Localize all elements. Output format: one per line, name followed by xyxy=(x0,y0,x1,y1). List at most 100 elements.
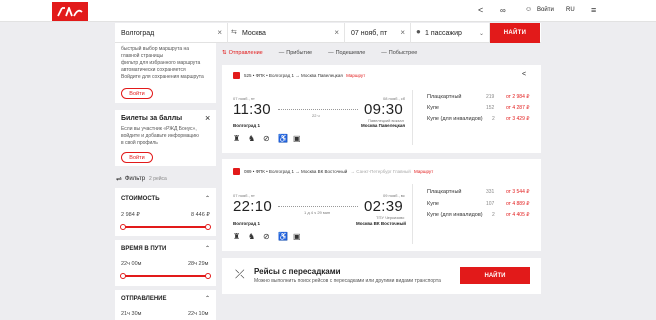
rzd-logo[interactable] xyxy=(52,2,88,21)
passengers-field[interactable]: ● 1 пассажир ⌄ xyxy=(411,23,490,43)
duration-max: 28ч 29м xyxy=(188,261,209,267)
class-name: Плацкартный xyxy=(427,94,462,100)
clear-to-icon[interactable]: × xyxy=(334,28,339,37)
passengers-value: 1 пассажир xyxy=(425,29,462,37)
tab-cheaper[interactable]: — Подешевле xyxy=(328,47,365,59)
duration-slider-max-handle[interactable] xyxy=(205,273,211,279)
close-icon[interactable]: × xyxy=(205,113,210,123)
class-name: Купе (для инвалидов) xyxy=(427,212,483,218)
transfer-title: Рейсы с пересадками xyxy=(254,267,341,276)
train-card[interactable]: 525 • ФПК • Волгоград 1 → Москва Павелец… xyxy=(222,65,541,153)
from-value: Волгоград xyxy=(121,29,155,37)
route-line xyxy=(278,109,358,110)
transfer-icon: ⤫ xyxy=(235,267,245,281)
train-card[interactable]: 089 • ФПК • Волгоград 1 → Москва ВК Вост… xyxy=(222,159,541,251)
menu-icon[interactable]: ≡ xyxy=(591,5,596,15)
arrival-time: 09:30 xyxy=(364,101,404,118)
class-price[interactable]: от 2 984 ₽ xyxy=(506,94,529,100)
seat-count: 2 xyxy=(492,212,495,218)
class-name: Купе xyxy=(427,105,439,111)
class-price[interactable]: от 3 544 ₽ xyxy=(506,189,529,195)
bonus-card-icon: ▣ xyxy=(293,134,301,143)
share-icon[interactable]: < xyxy=(478,5,483,15)
price-slider-max-handle[interactable] xyxy=(205,224,211,230)
tab-arrival[interactable]: — Прибытие xyxy=(279,47,312,59)
class-price[interactable]: от 4 405 ₽ xyxy=(506,212,529,218)
tab-departure[interactable]: ⇅ Отправление xyxy=(222,47,263,59)
price-slider-min-handle[interactable] xyxy=(120,224,126,230)
search-button[interactable]: НАЙТИ xyxy=(490,23,540,43)
price-min: 2 984 ₽ xyxy=(121,212,140,218)
passengers-icon: ♞ xyxy=(248,134,256,143)
language-selector[interactable]: RU xyxy=(566,7,575,13)
passengers-icon: ♞ xyxy=(248,232,256,241)
departure-time: 11:30 xyxy=(233,101,271,118)
wheelchair-icon: ♿ xyxy=(278,134,288,143)
saved-route-text: быстрый выбор маршрута на главной страни… xyxy=(121,46,204,80)
departure-station: Волгоград 1 xyxy=(233,123,261,128)
departure-filter: ОТПРАВЛЕНИЕ ⌃ 21ч 30м 22ч 10м xyxy=(115,290,216,320)
login-button-bonus[interactable]: Войти xyxy=(121,152,153,163)
transfer-search-button[interactable]: НАЙТИ xyxy=(460,267,530,284)
dash-icon: — xyxy=(328,50,334,56)
sort-icon: ⇅ xyxy=(222,50,227,56)
chevron-up-icon[interactable]: ⌃ xyxy=(205,195,210,202)
search-bar: Волгоград × ⇆ Москва × 07 нояб, пт × ● 1… xyxy=(115,23,541,43)
service-icon: ♜ xyxy=(233,232,241,241)
clear-from-icon[interactable]: × xyxy=(217,28,222,37)
chevron-down-icon[interactable]: ⌄ xyxy=(479,30,484,37)
chevron-up-icon[interactable]: ⌃ xyxy=(205,295,210,302)
seat-count: 2 xyxy=(492,116,495,122)
transfer-text: Можно выполнить поиск рейсов с пересадка… xyxy=(254,278,441,284)
user-icon[interactable]: ☺ xyxy=(525,6,532,13)
departure-min: 21ч 30м xyxy=(121,311,142,317)
share-icon[interactable]: < xyxy=(522,71,526,78)
clear-date-icon[interactable]: × xyxy=(400,28,405,37)
route-link[interactable]: Маршрут xyxy=(346,73,365,78)
tab-faster[interactable]: — Побыстрее xyxy=(381,47,417,59)
bonus-title: Билеты за баллы xyxy=(121,115,183,122)
departure-station: Волгоград 1 xyxy=(233,221,261,226)
divider xyxy=(412,184,413,244)
glasses-icon[interactable]: ∞ xyxy=(500,6,506,15)
class-price[interactable]: от 4 889 ₽ xyxy=(506,201,529,207)
login-link[interactable]: Войти xyxy=(537,7,554,13)
date-value: 07 нояб, пт xyxy=(351,29,388,37)
from-field[interactable]: Волгоград × xyxy=(115,23,228,43)
no-pets-icon: ⊘ xyxy=(263,232,270,241)
to-field[interactable]: ⇆ Москва × xyxy=(228,23,345,43)
train-route: 525 • ФПК • Волгоград 1 → Москва Павелец… xyxy=(244,73,366,78)
arrival-note: ТПУ Черкизово xyxy=(376,215,405,220)
duration-filter: ВРЕМЯ В ПУТИ ⌃ 22ч 00м 28ч 29м xyxy=(115,240,216,286)
route-link[interactable]: Маршрут xyxy=(414,169,433,174)
arrival-station: Москва ВК Восточный xyxy=(356,221,407,226)
train-icon xyxy=(233,72,240,79)
login-button-promo[interactable]: Войти xyxy=(121,88,153,99)
price-slider-track xyxy=(123,226,208,228)
filter-count: 2 рейса xyxy=(149,176,167,182)
duration-slider-min-handle[interactable] xyxy=(120,273,126,279)
no-pets-icon: ⊘ xyxy=(263,134,270,143)
class-price[interactable]: от 3 429 ₽ xyxy=(506,116,529,122)
price-filter-title: СТОИМОСТЬ xyxy=(121,196,160,202)
departure-time: 22:10 xyxy=(233,198,273,215)
filter-icon: ⇌ xyxy=(116,176,122,183)
transfer-banner: ⤫ Рейсы с пересадками Можно выполнить по… xyxy=(222,258,541,294)
chevron-up-icon[interactable]: ⌃ xyxy=(205,245,210,252)
wheelchair-icon: ♿ xyxy=(278,232,288,241)
arrival-time: 02:39 xyxy=(364,198,404,215)
saved-route-panel: быстрый выбор маршрута на главной страни… xyxy=(115,43,216,103)
seat-count: 331 xyxy=(486,189,495,195)
price-max: 8 446 ₽ xyxy=(191,212,210,218)
duration-slider-track xyxy=(123,275,208,277)
class-price[interactable]: от 4 287 ₽ xyxy=(506,105,529,111)
swap-icon[interactable]: ⇆ xyxy=(231,28,237,36)
dash-icon: — xyxy=(278,50,285,56)
date-field[interactable]: 07 нояб, пт × xyxy=(345,23,411,43)
route-line xyxy=(278,206,358,207)
class-name: Плацкартный xyxy=(427,189,462,195)
filter-header[interactable]: ⇌ Фильтр 2 рейса xyxy=(116,175,167,183)
filter-label: Фильтр xyxy=(124,176,146,182)
arrival-station: Москва Павелецкая xyxy=(361,123,406,128)
departure-filter-title: ОТПРАВЛЕНИЕ xyxy=(121,296,167,302)
